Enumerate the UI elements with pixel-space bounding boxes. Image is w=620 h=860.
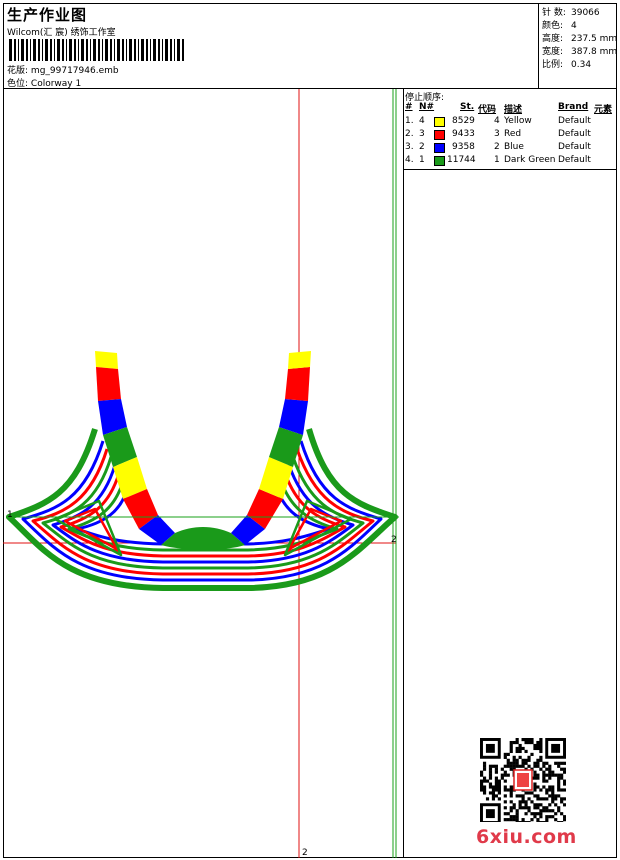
stop-row[interactable]: 2. 3 9433 3 Red Default xyxy=(404,129,617,142)
colorway-label: 色位: xyxy=(7,79,29,89)
stat-width: 宽度: 387.8 mm xyxy=(542,47,618,57)
colorway-line: 色位: Colorway 1 xyxy=(7,76,81,89)
company-name: Wilcom(汇 宸) 绣饰工作室 xyxy=(7,28,116,38)
guide-marker-right: 2 xyxy=(391,535,397,545)
worksheet-title: 生产作业图 xyxy=(7,6,88,24)
col-code-header: 代码 xyxy=(478,105,497,115)
color-swatch xyxy=(434,130,445,140)
col-desc-header: 描述 xyxy=(504,105,523,115)
col-needle-header: N# xyxy=(419,102,435,112)
strap-left-red-1 xyxy=(96,367,121,401)
panel-divider xyxy=(404,169,617,170)
stat-stitch-count: 针 数: 39066 xyxy=(542,8,600,18)
barcode xyxy=(9,39,184,61)
design-file-name: mg_99717946.emb xyxy=(30,66,119,76)
embroidery-design xyxy=(6,428,398,591)
guide-marker-left: 1 xyxy=(7,510,13,520)
stop-row[interactable]: 3. 2 9358 2 Blue Default xyxy=(404,142,617,155)
stat-color-count: 颜色: 4 xyxy=(542,21,577,31)
col-seq-header: # xyxy=(405,102,413,112)
qr-code xyxy=(480,738,566,822)
strap-right-red-1 xyxy=(285,367,310,401)
stat-scale: 比例: 0.34 xyxy=(542,60,592,70)
strap-right-yellow-1 xyxy=(288,351,311,369)
worksheet-header: 生产作业图 Wilcom(汇 宸) 绣饰工作室 花版: mg_99717946.… xyxy=(3,3,617,89)
strap-bottom-green xyxy=(161,527,245,550)
colorway-name: Colorway 1 xyxy=(30,79,82,89)
strap-left-yellow-1 xyxy=(95,351,118,369)
guide-marker-bottom: 2 xyxy=(302,848,308,858)
header-info: 生产作业图 Wilcom(汇 宸) 绣饰工作室 花版: mg_99717946.… xyxy=(3,3,539,89)
design-file-line: 花版: mg_99717946.emb xyxy=(7,63,119,76)
col-stitches-header: St. xyxy=(460,102,475,112)
design-file-label: 花版: xyxy=(7,66,29,76)
col-brand-header: Brand xyxy=(558,102,589,112)
design-stats: 针 数: 39066 颜色: 4 高度: 237.5 mm 宽度: 387.8 mm 比… xyxy=(540,3,618,88)
color-swatch xyxy=(434,117,445,127)
design-preview[interactable]: 1 2 2 xyxy=(3,89,403,858)
u-strap xyxy=(95,351,311,550)
watermark-text: 6xiu.com xyxy=(476,826,577,848)
stop-row[interactable]: 4. 1 11744 1 Dark Green Default xyxy=(404,155,617,168)
stop-row[interactable]: 1. 4 8529 4 Yellow Default xyxy=(404,116,617,129)
col-element-header: 元素 xyxy=(594,105,613,115)
stat-height: 高度: 237.5 mm xyxy=(542,34,618,44)
color-swatch xyxy=(434,143,445,153)
color-swatch xyxy=(434,156,445,166)
